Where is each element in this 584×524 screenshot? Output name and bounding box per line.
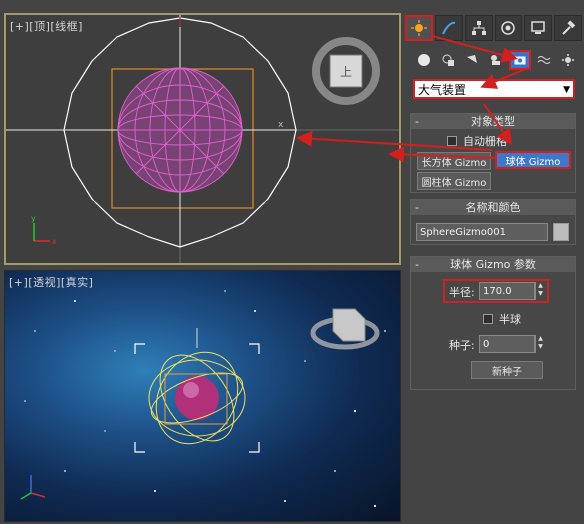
arrow-sphere-to-viewport xyxy=(296,130,493,151)
arrow-sphere-to-button xyxy=(388,146,497,163)
annotation-arrows xyxy=(296,35,529,163)
arrow-helpers-to-dropdown xyxy=(480,67,529,89)
arrow-dropdown-to-sphere xyxy=(483,103,513,146)
arrow-create-to-helpers xyxy=(431,35,518,63)
